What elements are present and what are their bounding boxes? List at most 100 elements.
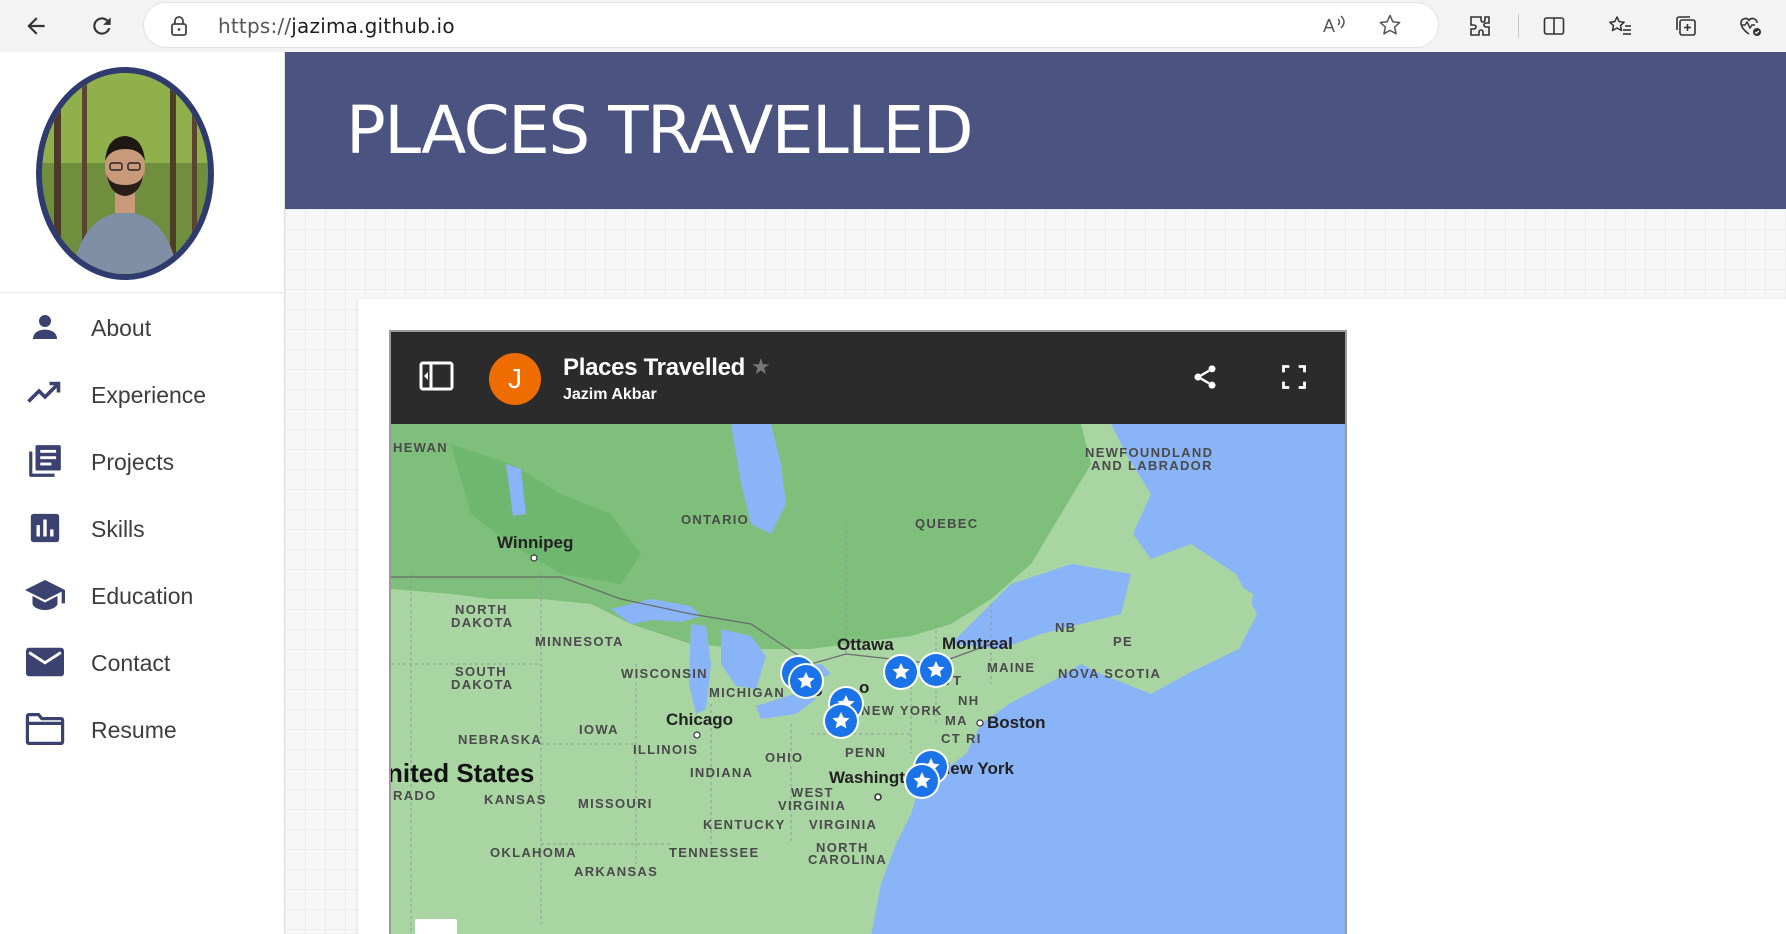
- map-label-region: DAKOTA: [451, 615, 513, 630]
- sidebar-nav: About Experience Projects Skills Educati…: [0, 293, 284, 762]
- map-label-region: AND LABRADOR: [1091, 458, 1213, 473]
- map-author: Jazim Akbar: [563, 386, 657, 403]
- map-label-region: CAROLINA: [808, 852, 887, 867]
- mail-icon: [25, 644, 65, 680]
- map-label-region: QUEBEC: [915, 516, 978, 531]
- sidebar-item-label: Experience: [91, 382, 207, 408]
- sidebar-item-education[interactable]: Education: [0, 561, 284, 628]
- sidebar-item-projects[interactable]: Projects: [0, 427, 284, 494]
- map-label-city: Montreal: [942, 634, 1013, 653]
- trending-up-icon: [25, 376, 65, 412]
- map-label-region: MAINE: [987, 660, 1035, 675]
- favorite-star-icon[interactable]: [1378, 13, 1402, 42]
- sidebar-item-about[interactable]: About: [0, 293, 284, 360]
- library-books-icon: [25, 443, 65, 479]
- star-icon[interactable]: ★: [751, 354, 771, 380]
- favorites-list-icon: [1609, 16, 1631, 35]
- split-screen-icon: [1543, 17, 1565, 35]
- map-label-region: MISSOURI: [578, 796, 653, 811]
- extensions-button[interactable]: [1462, 8, 1498, 44]
- folder-icon: [25, 711, 65, 747]
- map-label-region: PENN: [845, 745, 886, 760]
- sidebar-item-experience[interactable]: Experience: [0, 360, 284, 427]
- profile-photo: [36, 67, 214, 280]
- sidebar-item-label: Contact: [91, 650, 171, 676]
- refresh-button[interactable]: [84, 8, 120, 44]
- graduation-cap-icon: [25, 577, 65, 613]
- puzzle-icon: [1470, 16, 1490, 36]
- zoom-control[interactable]: [415, 919, 457, 934]
- map-label-region: HEWAN: [393, 440, 448, 455]
- sidebar-item-label: Projects: [91, 449, 175, 475]
- map-label-region: VIRGINIA: [778, 798, 846, 813]
- map-label-region: OKLAHOMA: [490, 845, 577, 860]
- toolbar-divider: [1518, 14, 1519, 38]
- map-label-region: OHIO: [765, 750, 803, 765]
- browser-toolbar: https://jazima.github.io A: [0, 0, 1786, 52]
- map-label-region: KANSAS: [484, 792, 547, 807]
- map-canvas[interactable]: HEWAN ONTARIO QUEBEC NEWFOUNDLAND AND LA…: [391, 424, 1345, 934]
- location-marker[interactable]: [918, 652, 954, 688]
- sidebar-item-skills[interactable]: Skills: [0, 494, 284, 561]
- map-svg: HEWAN ONTARIO QUEBEC NEWFOUNDLAND AND LA…: [391, 424, 1345, 934]
- location-marker[interactable]: [883, 654, 919, 690]
- map-label-region: ILLINOIS: [633, 742, 698, 757]
- lock-icon: [170, 15, 188, 42]
- map-label-city: Chicago: [666, 710, 733, 729]
- map-label-region: DAKOTA: [451, 677, 513, 692]
- sidebar-item-label: About: [91, 315, 152, 341]
- map-legend-toggle-icon[interactable]: [419, 360, 455, 397]
- map-label-city: Washingt: [829, 768, 905, 787]
- owner-avatar[interactable]: J: [489, 353, 541, 405]
- collections-button[interactable]: [1668, 8, 1704, 44]
- sidebar-item-label: Resume: [91, 717, 177, 743]
- share-icon[interactable]: [1191, 363, 1219, 396]
- profile-area: [0, 52, 284, 293]
- map-label-region: PE: [1113, 634, 1133, 649]
- heart-pulse-icon: [1740, 17, 1761, 36]
- embedded-map[interactable]: J Places Travelled ★ Jazim Akbar HEWAN O…: [389, 330, 1347, 934]
- person-icon: [25, 309, 65, 345]
- map-label-city: New York: [938, 759, 1014, 778]
- map-label-region: CT: [941, 731, 961, 746]
- map-label-region: NEBRASKA: [458, 732, 542, 747]
- collections-icon: [1676, 16, 1696, 36]
- map-label-region: RI: [966, 731, 982, 746]
- refresh-icon: [93, 17, 111, 35]
- map-label-region: MA: [945, 713, 968, 728]
- map-label-region: NH: [958, 693, 979, 708]
- location-marker[interactable]: [823, 703, 859, 739]
- sidebar-item-contact[interactable]: Contact: [0, 628, 284, 695]
- map-label-region: IOWA: [579, 722, 619, 737]
- page-title: PLACES TRAVELLED: [346, 92, 974, 169]
- map-label-city: Winnipeg: [497, 533, 573, 552]
- page-header: PLACES TRAVELLED: [285, 52, 1786, 209]
- map-label-region: NB: [1055, 620, 1076, 635]
- map-label-region: INDIANA: [690, 765, 753, 780]
- location-marker[interactable]: [788, 663, 824, 699]
- split-screen-button[interactable]: [1536, 8, 1572, 44]
- map-label-region: NOVA SCOTIA: [1058, 666, 1161, 681]
- sidebar-item-resume[interactable]: Resume: [0, 695, 284, 762]
- map-label-country: nited States: [391, 758, 534, 788]
- favorites-button[interactable]: [1602, 8, 1638, 44]
- map-label-region: MICHIGAN: [709, 685, 785, 700]
- sidebar: About Experience Projects Skills Educati…: [0, 52, 285, 934]
- map-label-region: KENTUCKY: [703, 817, 786, 832]
- map-label-region: NEW YORK: [861, 703, 943, 718]
- location-marker[interactable]: [904, 763, 940, 799]
- back-button[interactable]: [18, 8, 54, 44]
- address-bar[interactable]: https://jazima.github.io A: [144, 3, 1438, 47]
- map-label-region: TENNESSEE: [669, 845, 759, 860]
- map-label-region: VIRGINIA: [809, 817, 877, 832]
- map-label-region: ONTARIO: [681, 512, 749, 527]
- sidebar-item-label: Skills: [91, 516, 145, 542]
- read-aloud-icon[interactable]: A: [1322, 13, 1348, 42]
- fullscreen-icon[interactable]: [1280, 363, 1308, 396]
- map-label-city: Ottawa: [837, 635, 894, 654]
- arrow-left-icon: [27, 17, 45, 35]
- browser-essentials-button[interactable]: [1732, 8, 1768, 44]
- map-header: J Places Travelled ★ Jazim Akbar: [391, 332, 1345, 424]
- map-title: Places Travelled: [563, 354, 745, 381]
- map-label-region: ARKANSAS: [574, 864, 658, 879]
